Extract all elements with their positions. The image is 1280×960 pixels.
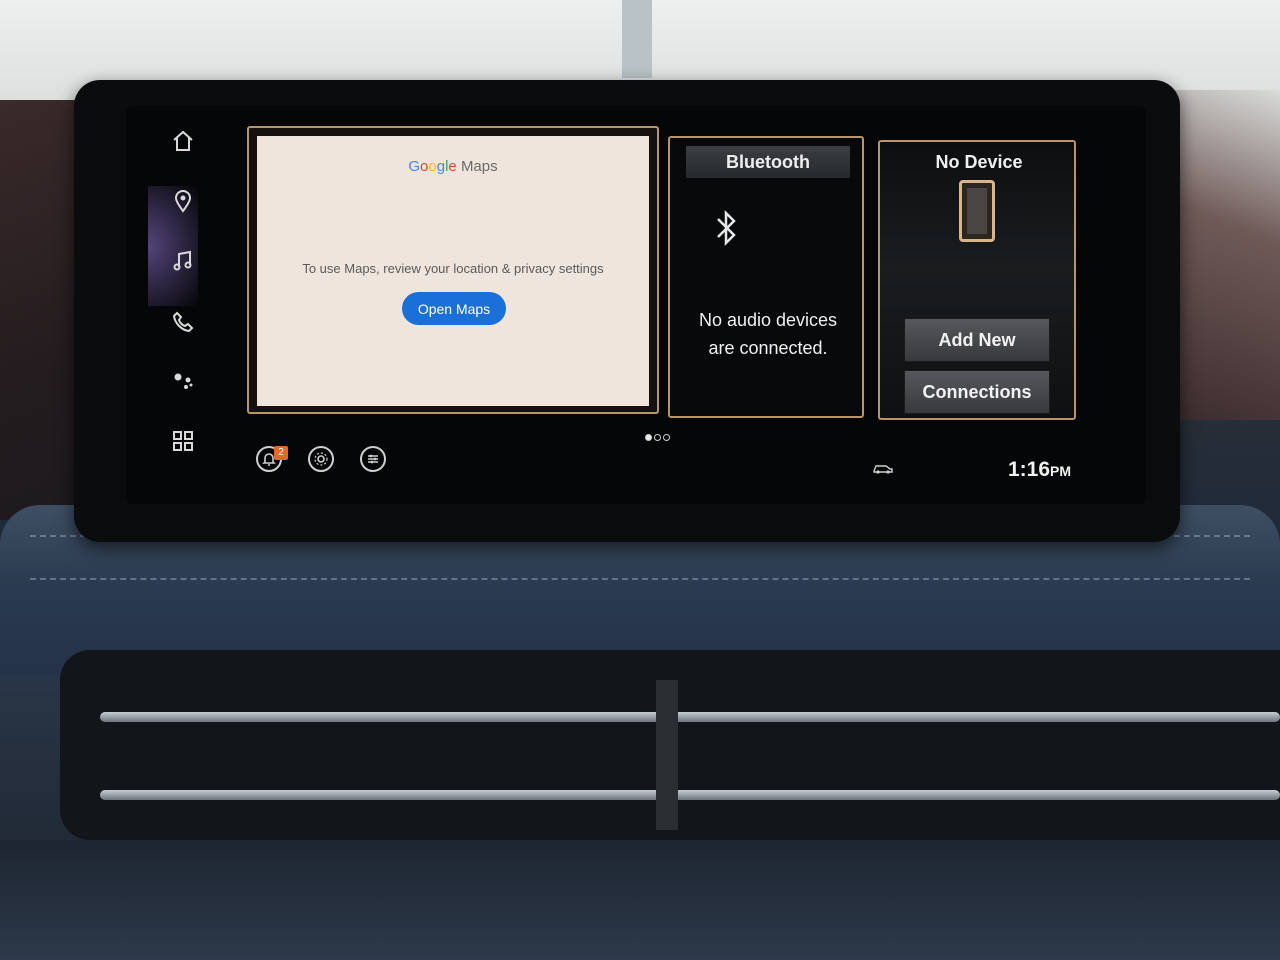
lower-dashboard bbox=[0, 840, 1280, 960]
device-widget: No Device Add New Connections bbox=[878, 140, 1076, 420]
vent-slat bbox=[100, 790, 1280, 800]
left-navigation-rail bbox=[148, 106, 218, 504]
add-new-device-button[interactable]: Add New bbox=[904, 318, 1050, 362]
device-status-title: No Device bbox=[935, 152, 1023, 172]
connections-button[interactable]: Connections bbox=[904, 370, 1050, 414]
maps-permission-message: To use Maps, review your location & priv… bbox=[302, 261, 604, 276]
apps-grid-icon[interactable] bbox=[170, 428, 196, 454]
settings-gear-icon[interactable] bbox=[308, 446, 334, 472]
google-maps-logo: Google Maps bbox=[408, 158, 498, 175]
bluetooth-icon bbox=[710, 208, 744, 248]
home-icon[interactable] bbox=[170, 128, 196, 154]
vehicle-status-icon bbox=[872, 460, 894, 479]
google-maps-widget[interactable]: Google Maps To use Maps, review your loc… bbox=[247, 126, 659, 414]
clock: 1:16PM bbox=[1008, 458, 1071, 482]
smartphone-icon bbox=[959, 180, 995, 242]
sliders-icon[interactable] bbox=[360, 446, 386, 472]
page-indicator[interactable] bbox=[644, 426, 671, 445]
vent-slat bbox=[100, 712, 1280, 722]
bluetooth-title: Bluetooth bbox=[686, 146, 850, 178]
open-maps-button[interactable]: Open Maps bbox=[402, 292, 506, 325]
infotainment-screen: Google Maps To use Maps, review your loc… bbox=[126, 106, 1146, 504]
assistant-icon[interactable] bbox=[170, 368, 196, 394]
clock-time: 1:16 bbox=[1008, 458, 1051, 481]
phone-icon[interactable] bbox=[170, 308, 196, 334]
music-note-icon[interactable] bbox=[170, 248, 196, 274]
leather-stitching bbox=[30, 578, 1250, 580]
clock-ampm: PM bbox=[1050, 463, 1072, 479]
bluetooth-widget[interactable]: Bluetooth No audio devices are connected… bbox=[668, 136, 864, 418]
bluetooth-status-message: No audio devices are connected. bbox=[670, 306, 866, 362]
bluetooth-message-line2: are connected. bbox=[708, 338, 828, 358]
maps-panel: Google Maps To use Maps, review your loc… bbox=[257, 136, 649, 406]
vent-divider bbox=[656, 680, 678, 830]
page-dot[interactable] bbox=[654, 434, 661, 441]
background-building bbox=[622, 0, 652, 78]
page-dot[interactable] bbox=[645, 434, 652, 441]
location-pin-icon[interactable] bbox=[170, 188, 196, 214]
notification-count-badge: 2 bbox=[274, 446, 288, 460]
bluetooth-message-line1: No audio devices bbox=[698, 310, 838, 330]
page-dot[interactable] bbox=[663, 434, 670, 441]
